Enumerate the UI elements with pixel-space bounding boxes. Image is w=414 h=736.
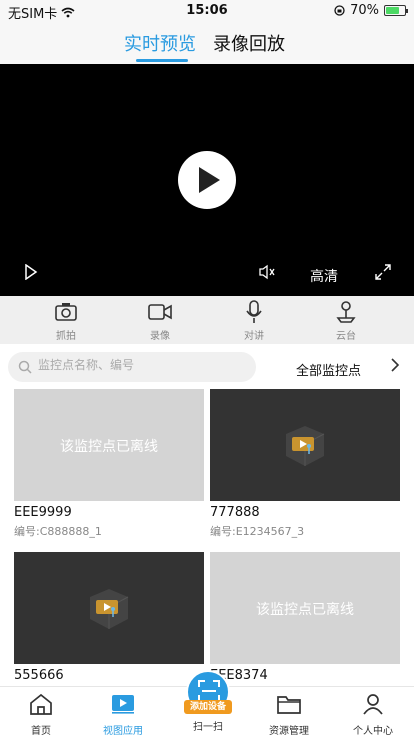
status-bar: 无SIM卡 15:06 70% <box>0 0 414 22</box>
ptz-icon <box>336 301 356 323</box>
battery-percent: 70% <box>350 3 379 18</box>
nav-view-apps[interactable]: 视图应用 <box>88 691 158 736</box>
nav-scan-label: 扫一扫 <box>193 722 223 733</box>
camera-card[interactable]: 777888 编号:E1234567_3 <box>210 389 400 539</box>
tab-live-preview[interactable]: 实时预览 <box>124 30 196 56</box>
camera-thumbnail-offline[interactable]: 该监控点已离线 <box>14 389 204 501</box>
ptz-button[interactable]: 云台 <box>316 300 376 342</box>
talk-button[interactable]: 对讲 <box>224 300 284 342</box>
talk-label: 对讲 <box>244 331 264 342</box>
nav-home-label: 首页 <box>31 726 51 736</box>
fullscreen-icon[interactable] <box>375 264 391 280</box>
folder-icon <box>277 696 301 714</box>
user-icon <box>363 694 383 715</box>
ptz-label: 云台 <box>336 331 356 342</box>
camera-thumbnail-offline[interactable]: 该监控点已离线 <box>210 552 400 664</box>
tab-playback[interactable]: 录像回放 <box>213 30 285 56</box>
status-right: 70% <box>334 3 408 18</box>
active-tab-indicator <box>136 59 188 62</box>
camera-name: 555666 <box>14 668 64 683</box>
search-box[interactable] <box>8 352 256 382</box>
quality-selector[interactable]: 高清 <box>310 266 338 286</box>
camera-icon <box>55 303 77 321</box>
play-small-icon[interactable] <box>24 264 38 280</box>
microphone-icon <box>246 300 262 323</box>
play-button[interactable] <box>178 151 236 209</box>
snapshot-label: 抓拍 <box>56 331 76 342</box>
camera-card[interactable]: 该监控点已离线 EEE8374 <box>210 552 400 683</box>
play-view-icon <box>112 695 134 714</box>
chevron-right-icon[interactable] <box>390 358 400 372</box>
nav-home[interactable]: 首页 <box>6 691 76 736</box>
record-label: 录像 <box>150 331 170 342</box>
top-tabs: 实时预览 录像回放 <box>0 22 414 64</box>
nav-resources[interactable]: 资源管理 <box>254 691 324 736</box>
offline-message: 该监控点已离线 <box>60 439 158 455</box>
nav-view-apps-label: 视图应用 <box>103 726 143 736</box>
camera-code: 编号:E1234567_3 <box>210 525 305 538</box>
scan-icon <box>198 680 220 702</box>
play-icon <box>199 167 220 193</box>
camera-placeholder-icon <box>90 589 129 629</box>
search-row: 全部监控点 <box>0 350 414 384</box>
camera-placeholder-icon <box>286 426 325 466</box>
nav-profile[interactable]: 个人中心 <box>338 691 408 736</box>
camera-thumbnail-online[interactable] <box>14 552 204 664</box>
player-toolbar: 抓拍 录像 对讲 云台 <box>0 296 414 344</box>
camera-card[interactable]: 555666 <box>14 552 204 683</box>
add-device-badge[interactable]: 添加设备 <box>184 700 232 714</box>
camera-name: 777888 <box>210 505 260 520</box>
snapshot-button[interactable]: 抓拍 <box>36 300 96 342</box>
camera-name: EEE8374 <box>210 668 268 683</box>
video-player[interactable]: 高清 <box>0 64 414 296</box>
camera-card[interactable]: 该监控点已离线 EEE9999 编号:C888888_1 <box>14 389 204 539</box>
nav-profile-label: 个人中心 <box>353 726 393 736</box>
search-icon <box>18 360 32 374</box>
battery-icon <box>384 5 408 16</box>
offline-message: 该监控点已离线 <box>256 602 354 618</box>
record-button[interactable]: 录像 <box>130 300 190 342</box>
mute-icon[interactable] <box>258 264 276 280</box>
nav-resources-label: 资源管理 <box>269 726 309 736</box>
video-icon <box>148 304 172 320</box>
camera-thumbnail-online[interactable] <box>210 389 400 501</box>
all-monitor-points-filter[interactable]: 全部监控点 <box>296 360 361 379</box>
camera-code: 编号:C888888_1 <box>14 525 102 538</box>
orientation-lock-icon <box>334 5 345 16</box>
camera-name: EEE9999 <box>14 505 72 520</box>
home-icon <box>30 693 52 715</box>
search-input[interactable] <box>38 358 248 372</box>
